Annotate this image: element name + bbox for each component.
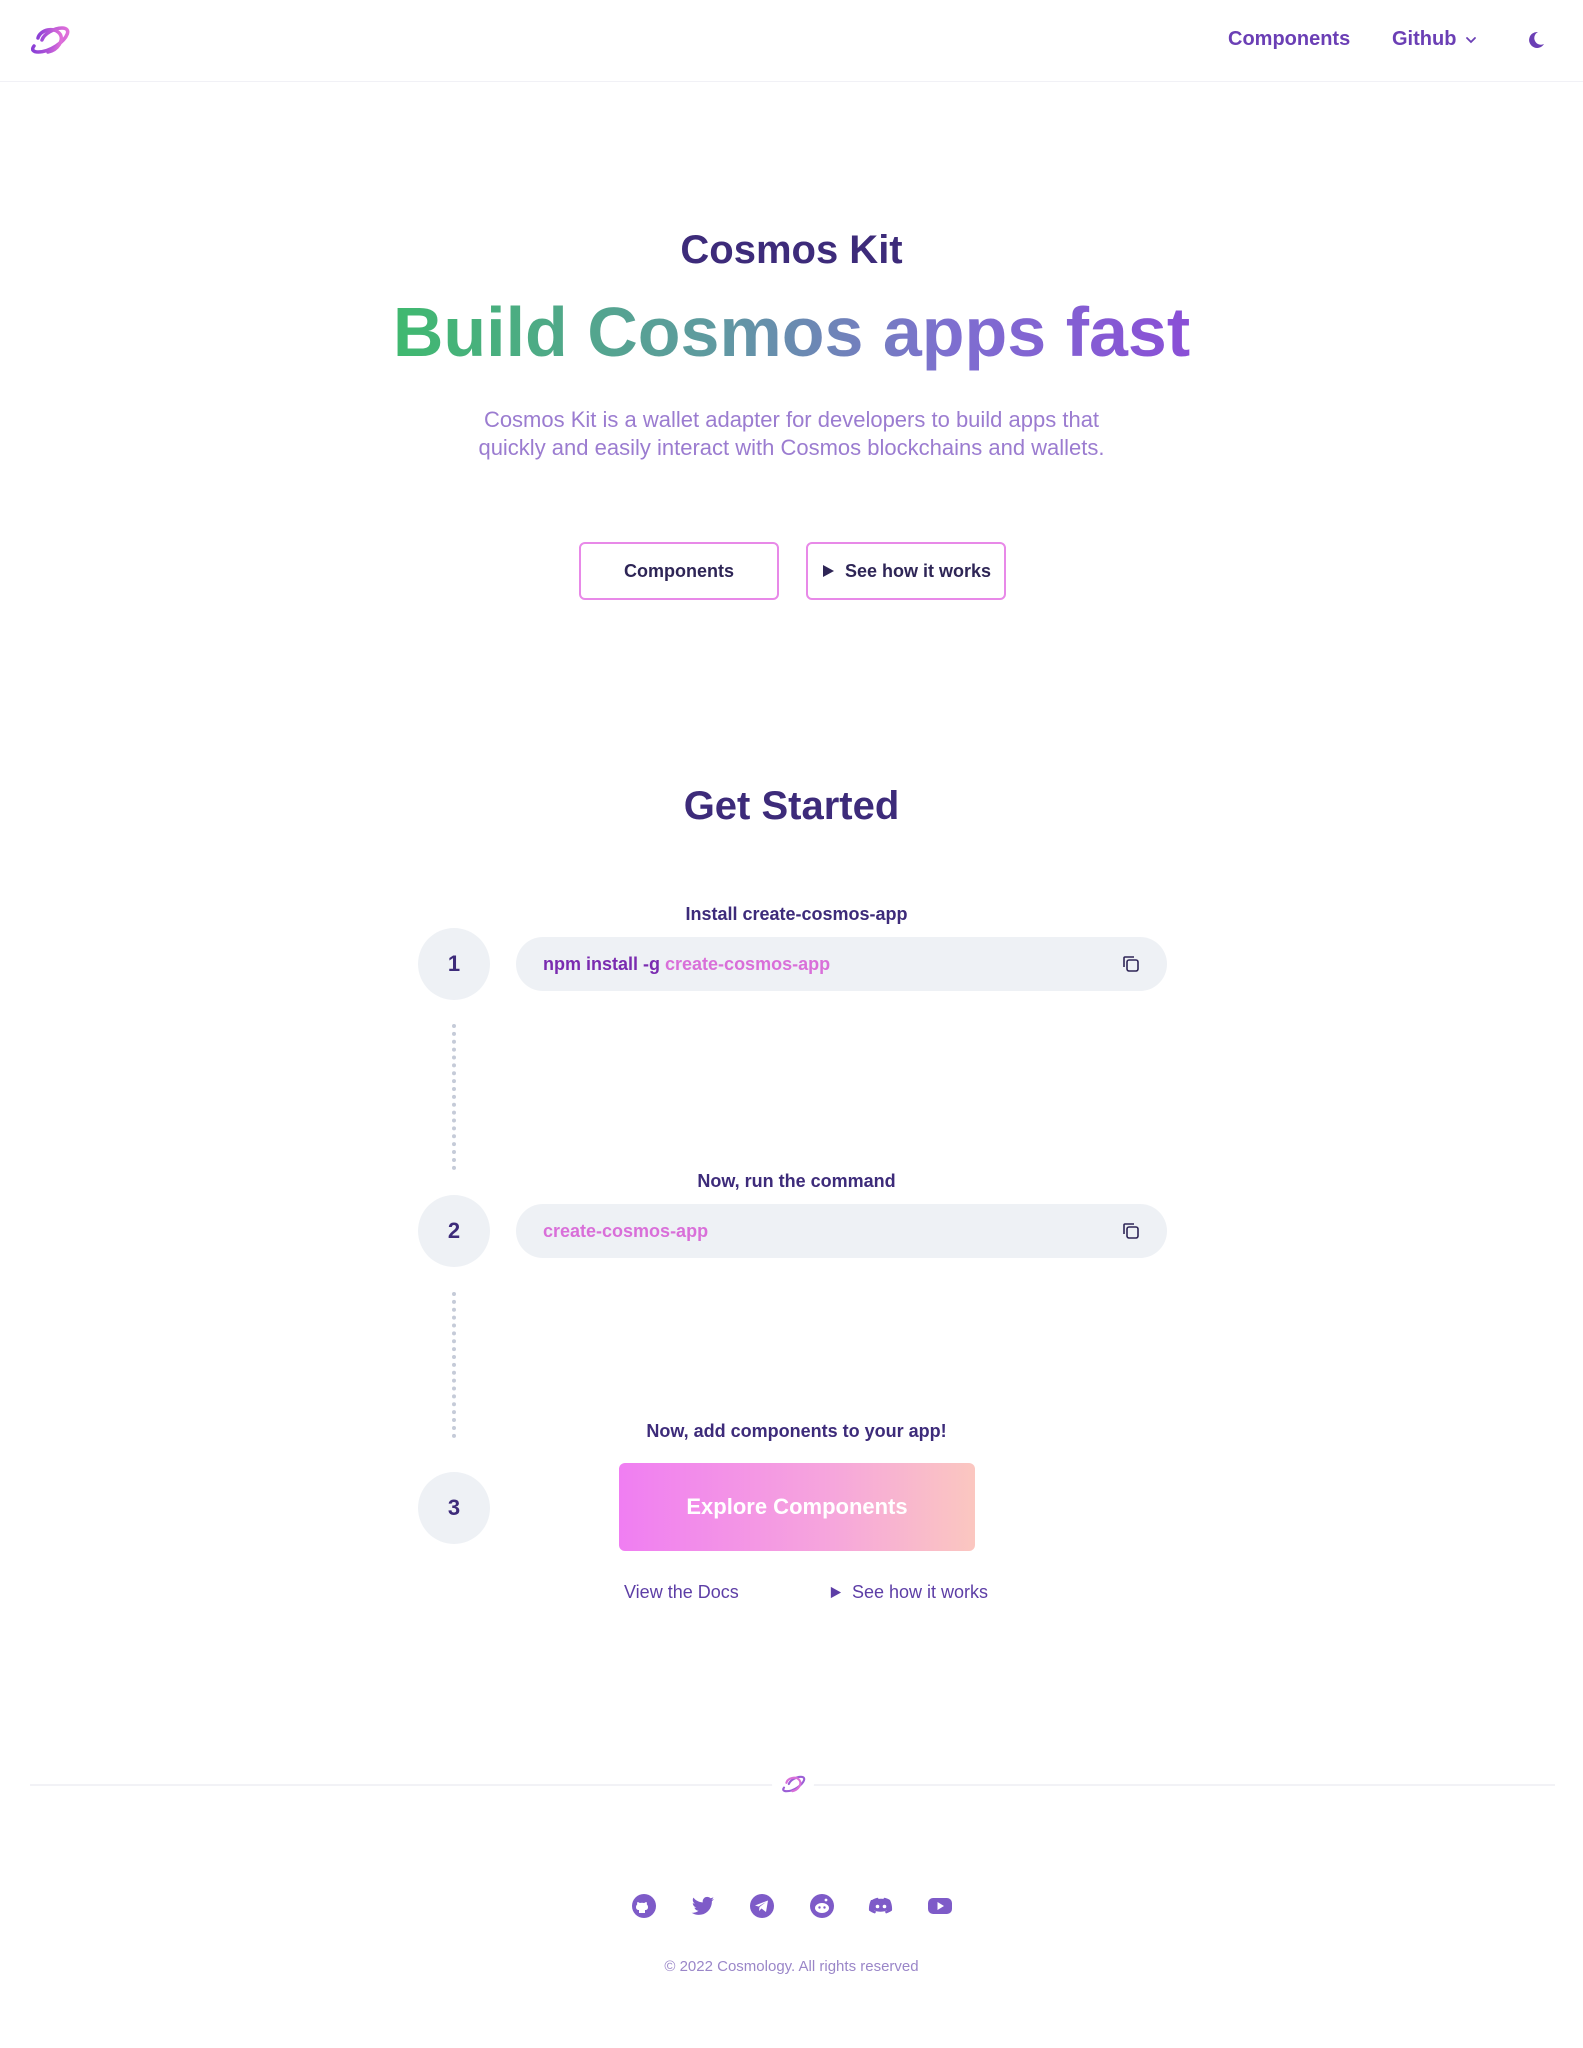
play-icon [830,1586,842,1599]
step-2-number: 2 [418,1195,490,1267]
get-started-title: Get Started [683,784,900,828]
youtube-icon[interactable] [926,1892,954,1920]
see-how-it-works-button[interactable]: See how it works [806,542,1006,600]
top-nav: Components Github [0,0,1583,82]
discord-icon[interactable] [867,1892,895,1920]
step-1-number: 1 [418,928,490,1000]
moon-icon[interactable] [1526,30,1546,50]
copy-icon[interactable] [1121,1221,1141,1241]
hero-title: Build Cosmos apps fast [0,292,1583,372]
hero-title-text: Build Cosmos apps fast [392,293,1191,371]
nav-github-dropdown[interactable]: Github [1392,28,1478,51]
components-button-label: Components [624,560,734,581]
step-2-label: Now, run the command [697,1171,896,1191]
footer-logo [772,1763,814,1805]
hero-description: Cosmos Kit is a wallet adapter for devel… [478,407,1105,460]
install-command-box[interactable]: npm install -g create-cosmos-app [516,937,1167,991]
planet-logo-icon[interactable] [24,20,74,60]
run-command-package: create-cosmos-app [543,1220,709,1241]
twitter-icon[interactable] [689,1892,717,1920]
chevron-down-icon [1466,36,1477,43]
view-docs-link[interactable]: View the Docs [624,1582,739,1603]
step-connector [452,1024,456,1170]
install-command-prefix: npm install -g [543,953,666,974]
step-1-label: Install create-cosmos-app [685,904,908,924]
copy-icon[interactable] [1121,954,1141,974]
planet-logo-icon [782,1775,806,1793]
reddit-icon[interactable] [808,1892,836,1920]
step-3-number: 3 [418,1472,490,1544]
github-icon[interactable] [630,1892,658,1920]
telegram-icon[interactable] [748,1892,776,1920]
see-how-it-works-link[interactable]: See how it works [829,1582,988,1603]
run-command-box[interactable]: create-cosmos-app [516,1204,1167,1258]
hero-kicker: Cosmos Kit [680,228,903,272]
copyright-text: © 2022 Cosmology. All rights reserved [664,1958,919,1975]
nav-github-label: Github [1392,28,1457,50]
see-how-it-works-label: See how it works [844,560,992,581]
explore-components-button[interactable]: Explore Components [619,1463,975,1551]
social-links [630,1892,954,1920]
step-3-label: Now, add components to your app! [646,1421,947,1441]
see-how-it-works-link-label: See how it works [852,1582,989,1602]
play-icon [822,565,834,577]
step-connector [452,1292,456,1438]
components-button[interactable]: Components [579,542,779,600]
nav-components-link[interactable]: Components [1228,28,1350,51]
install-command-package: create-cosmos-app [665,953,831,974]
